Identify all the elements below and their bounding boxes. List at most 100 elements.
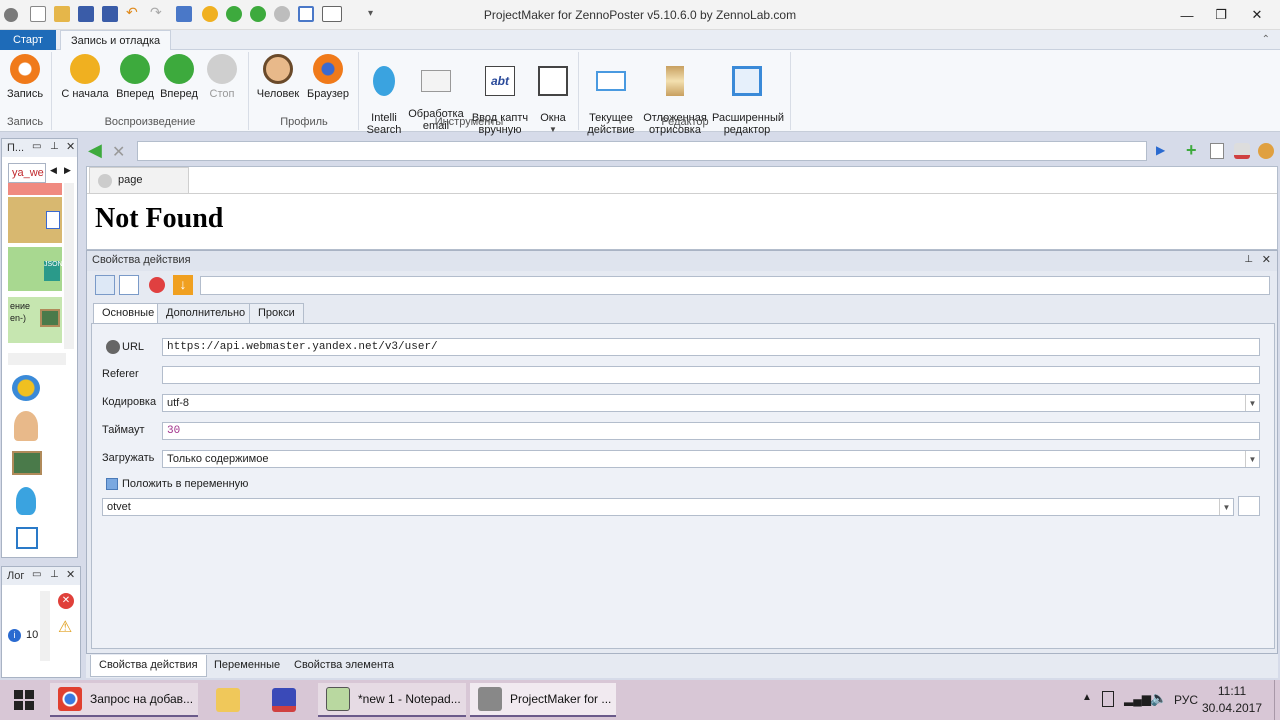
url-input[interactable]: https://api.webmaster.yandex.net/v3/user… — [162, 338, 1260, 356]
browser-label: Браузер — [307, 88, 349, 100]
chevron-down-icon[interactable]: ▼ — [1245, 451, 1259, 467]
sitemap-icon[interactable] — [16, 527, 38, 549]
restart-label: С начала — [61, 88, 109, 100]
gears-icon[interactable] — [12, 375, 40, 401]
start-button[interactable] — [0, 680, 48, 720]
panel-pin-icon[interactable]: ⊥ — [50, 141, 59, 152]
projectmaker-icon — [478, 687, 502, 711]
folder-icon — [216, 688, 240, 712]
human-button[interactable]: Человек — [254, 54, 302, 100]
tab-start[interactable]: Старт — [0, 30, 56, 50]
tab-record-debug[interactable]: Запись и отладка — [60, 30, 172, 51]
referer-input[interactable] — [162, 366, 1260, 384]
clock-time[interactable]: 11:11 — [1206, 684, 1258, 698]
add-icon[interactable]: + — [1186, 140, 1197, 161]
notes-icon[interactable] — [1210, 143, 1224, 159]
tray-chevron-up-icon[interactable]: ▲ — [1082, 692, 1092, 703]
tab-scroll-right-icon[interactable]: ▶ — [64, 165, 71, 176]
taskbar-projectmaker-label: ProjectMaker for ... — [510, 692, 612, 706]
action-block-download[interactable] — [8, 197, 62, 243]
put-in-variable-checkbox[interactable] — [106, 478, 118, 490]
clock-date[interactable]: 30.04.2017 — [1200, 701, 1264, 715]
encoding-select[interactable]: utf-8 ▼ — [162, 394, 1260, 412]
restart-button[interactable]: С начала — [58, 54, 112, 100]
error-filter-icon[interactable]: ✕ — [58, 593, 74, 609]
variable-select[interactable]: otvet ▼ — [102, 498, 1234, 516]
cookie-icon[interactable] — [1258, 143, 1274, 159]
close-button[interactable]: ✕ — [1234, 0, 1280, 30]
horizontal-scrollbar[interactable] — [8, 353, 66, 365]
action-block-text[interactable]: ение en-) — [8, 297, 62, 343]
panel-close-icon[interactable]: ✕ — [66, 140, 75, 153]
robot-icon[interactable] — [16, 487, 36, 515]
back-arrow-icon[interactable]: ◀ — [88, 141, 108, 160]
show-desktop-button[interactable] — [1274, 680, 1280, 720]
group-separator — [578, 52, 579, 130]
edit-view-icon[interactable] — [119, 275, 139, 295]
browser-button[interactable]: Браузер — [304, 54, 352, 100]
record-button[interactable]: Запись — [4, 54, 46, 100]
group-separator — [358, 52, 359, 130]
tab-proxy[interactable]: Прокси — [249, 303, 304, 323]
panel-float-icon[interactable]: ▭ — [32, 569, 41, 580]
group-profile: Профиль — [280, 116, 328, 128]
forward-button[interactable]: Вперед — [114, 54, 156, 100]
action-text-1: ение — [10, 301, 31, 311]
chalkboard-icon — [40, 309, 60, 327]
signal-icon[interactable]: ▂▄▆ — [1124, 692, 1151, 706]
chalkboard-icon[interactable] — [12, 451, 42, 475]
browser-view: page Not Found — [86, 166, 1278, 250]
group-editor: Редактор — [661, 116, 709, 128]
table-view-icon[interactable] — [95, 275, 115, 295]
step-forward-button[interactable]: Вперед — [158, 54, 200, 100]
taskbar-notepad[interactable]: *new 1 - Notepad... — [318, 683, 466, 717]
properties-search-input[interactable] — [200, 276, 1270, 295]
tab-variables[interactable]: Переменные — [212, 655, 282, 677]
taskbar-save-app[interactable] — [264, 683, 310, 717]
load-select[interactable]: Только содержимое ▼ — [162, 450, 1260, 468]
panel-pin-icon[interactable]: ⊥ — [50, 569, 59, 580]
taskbar-projectmaker[interactable]: ProjectMaker for ... — [470, 683, 616, 717]
tab-action-properties[interactable]: Свойства действия — [90, 655, 207, 677]
windows-button[interactable]: Окна ▼ — [534, 54, 572, 148]
ribbon-collapse-icon[interactable]: ⌃ — [1262, 34, 1270, 45]
speaker-icon[interactable]: 🔈 — [1150, 690, 1167, 707]
group-separator — [790, 52, 791, 130]
ribbon-tabs: Старт Запись и отладка ⌃ — [0, 30, 1280, 51]
vertical-scrollbar[interactable] — [64, 183, 74, 349]
bottom-tabs: Свойства действия Переменные Свойства эл… — [86, 654, 1278, 678]
go-icon[interactable]: ▶ — [1156, 143, 1165, 157]
panel-close-icon[interactable]: ✕ — [66, 568, 75, 581]
taskbar-explorer[interactable] — [208, 683, 254, 717]
hourglass-icon — [666, 66, 684, 96]
chevron-down-icon[interactable]: ▼ — [1219, 499, 1233, 515]
language-indicator[interactable]: РУС — [1174, 693, 1198, 707]
stop-record-icon[interactable] — [149, 277, 165, 293]
download-arrow-icon[interactable]: ↓ — [173, 275, 193, 295]
taskbar-chrome[interactable]: Запрос на добав... — [50, 683, 198, 717]
panel-float-icon[interactable]: ▭ — [32, 141, 41, 152]
cancel-icon[interactable]: ✕ — [112, 142, 130, 161]
page-heading: Not Found — [95, 203, 224, 234]
url-label: URL — [122, 341, 145, 353]
log-scrollbar[interactable] — [40, 591, 50, 661]
copy-variable-icon[interactable] — [1238, 496, 1260, 516]
database-icon[interactable] — [1234, 143, 1250, 159]
person-icon[interactable] — [14, 411, 38, 441]
warning-filter-icon[interactable]: ⚠ — [58, 617, 72, 637]
timeout-label: Таймаут — [102, 424, 145, 436]
battery-icon[interactable] — [1102, 691, 1114, 707]
chevron-down-icon[interactable]: ▼ — [1245, 395, 1259, 411]
timeout-input[interactable]: 30 — [162, 422, 1260, 440]
panel-close-icon[interactable]: ✕ — [1262, 253, 1271, 266]
project-tab[interactable]: ya_we — [8, 163, 46, 183]
tab-main[interactable]: Основные — [93, 303, 164, 324]
action-block-json[interactable]: JSON — [8, 247, 63, 291]
tab-additional[interactable]: Дополнительно — [157, 303, 255, 323]
panel-pin-icon[interactable]: ⊥ — [1244, 254, 1253, 265]
stop-button[interactable]: Стоп — [202, 54, 242, 100]
address-bar[interactable] — [137, 141, 1147, 161]
tab-element-properties[interactable]: Свойства элемента — [292, 655, 396, 677]
browser-tab[interactable]: page — [89, 167, 189, 193]
tab-scroll-left-icon[interactable]: ◀ — [50, 165, 57, 176]
